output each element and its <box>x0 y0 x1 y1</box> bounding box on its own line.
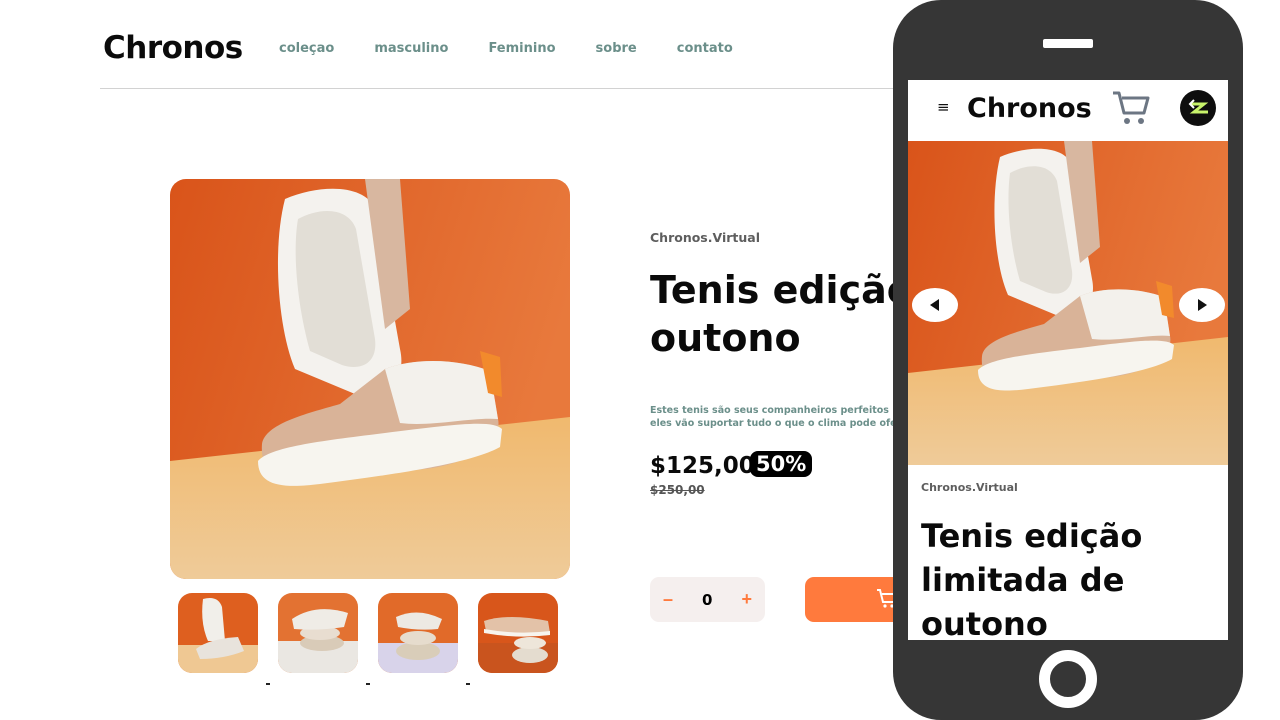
product-title: Tenis edição l outono <box>650 266 910 362</box>
product-title-line: outono <box>650 316 801 360</box>
carousel-tick <box>266 683 270 685</box>
product-description: Estes tenis são seus companheiros perfei… <box>650 404 900 430</box>
avatar-icon[interactable] <box>1180 90 1216 126</box>
thumbnail-3[interactable] <box>378 593 458 673</box>
current-price: $125,00 <box>650 453 755 479</box>
thumbnail-2[interactable] <box>278 593 358 673</box>
thumbnail-1[interactable] <box>178 593 258 673</box>
phone-speaker <box>1043 39 1093 48</box>
quantity-value: 0 <box>702 590 713 609</box>
header-divider <box>100 88 900 89</box>
nav-contato[interactable]: contato <box>677 41 733 56</box>
carousel-tick <box>366 683 370 685</box>
nav-sobre[interactable]: sobre <box>596 41 637 56</box>
increase-button[interactable]: + <box>741 589 752 610</box>
mobile-company-label: Chronos.Virtual <box>921 481 1018 494</box>
old-price: $250,00 <box>650 483 705 497</box>
decrease-button[interactable]: – <box>663 589 673 610</box>
product-title-line: Tenis edição l <box>650 268 910 312</box>
carousel-tick <box>466 683 470 685</box>
description-line: Estes tenis são seus companheiros perfei… <box>650 405 900 416</box>
arrow-left-icon[interactable] <box>912 288 958 322</box>
cart-icon[interactable] <box>1111 89 1153 131</box>
mobile-brand-logo[interactable]: Chronos <box>967 93 1092 124</box>
brand-logo[interactable]: Chronos <box>103 30 243 66</box>
menu-icon[interactable]: ≡ <box>937 98 950 116</box>
phone-screen: ≡ Chronos Chronos.Virtual Tenis edição l… <box>908 80 1228 640</box>
phone-mockup: ≡ Chronos Chronos.Virtual Tenis edição l… <box>893 0 1243 720</box>
discount-badge: 50% <box>750 451 813 477</box>
nav-masculino[interactable]: masculino <box>374 41 448 56</box>
phone-home-button <box>1039 650 1097 708</box>
product-main-image[interactable] <box>170 179 570 579</box>
description-line: eles vão suportar tudo o que o clima pod… <box>650 418 900 429</box>
arrow-right-icon[interactable] <box>1179 288 1225 322</box>
company-label: Chronos.Virtual <box>650 230 760 245</box>
nav-colecao[interactable]: coleçao <box>279 41 334 56</box>
main-nav: coleçao masculino Feminino sobre contato <box>279 41 773 56</box>
quantity-stepper: – 0 + <box>650 577 765 622</box>
mobile-product-title: Tenis edição limitada de outono <box>921 517 1143 640</box>
thumbnail-4[interactable] <box>478 593 558 673</box>
nav-feminino[interactable]: Feminino <box>488 41 555 56</box>
